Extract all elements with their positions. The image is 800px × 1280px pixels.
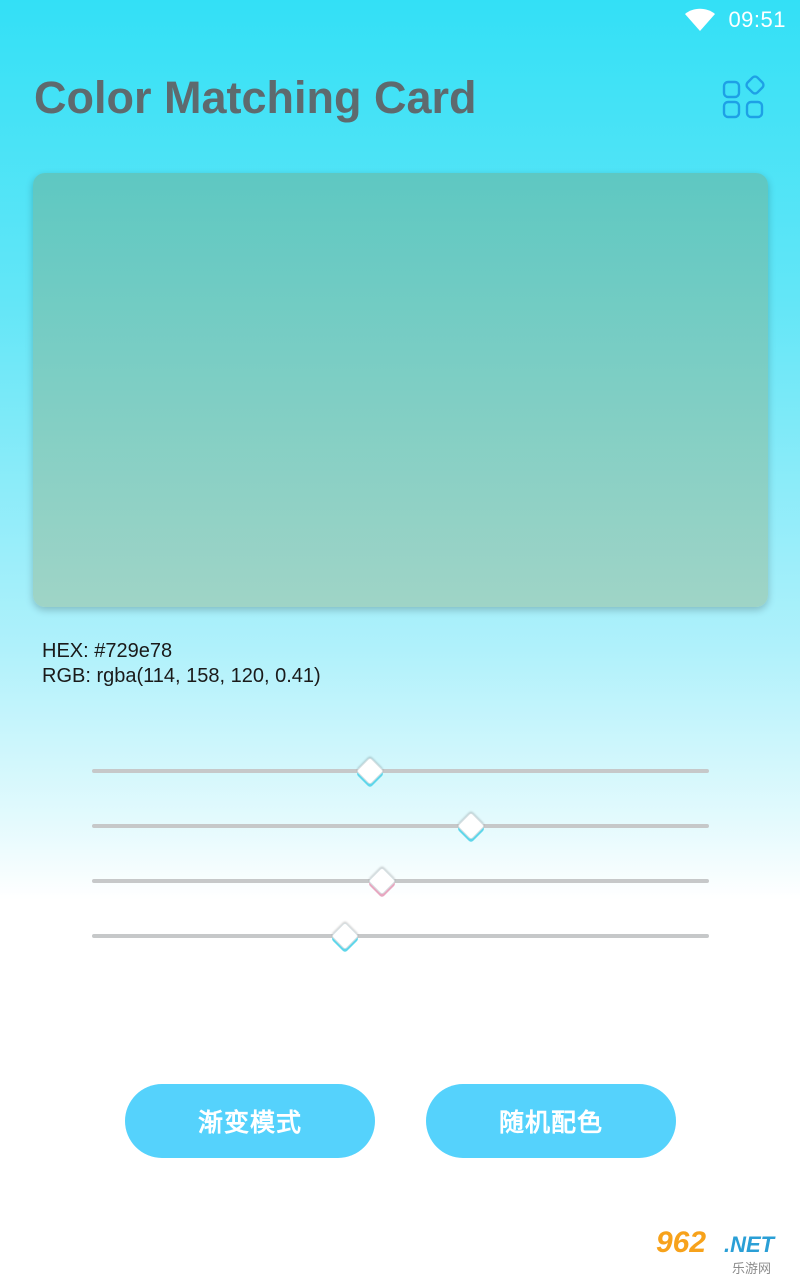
alpha-slider[interactable] bbox=[92, 921, 709, 951]
color-preview-card bbox=[33, 173, 768, 607]
slider-track bbox=[92, 934, 709, 938]
apps-grid-icon bbox=[722, 75, 765, 119]
hex-value: HEX: #729e78 bbox=[42, 640, 173, 662]
watermark-subtitle: 乐游网 bbox=[732, 1262, 772, 1277]
blue-slider[interactable] bbox=[92, 866, 709, 896]
status-time: 09:51 bbox=[728, 7, 786, 32]
slider-track bbox=[92, 769, 709, 773]
slider-thumb[interactable] bbox=[367, 866, 397, 896]
watermark-number: 962 bbox=[656, 1226, 707, 1259]
wifi-icon bbox=[685, 8, 715, 31]
slider-thumb[interactable] bbox=[355, 756, 384, 786]
color-info: HEX: #729e78 RGB: rgba(114, 158, 120, 0.… bbox=[42, 639, 321, 689]
slider-thumb[interactable] bbox=[457, 811, 486, 841]
green-slider[interactable] bbox=[92, 811, 709, 841]
watermark-logo: 962 .NET 乐游网 bbox=[652, 1226, 792, 1277]
slider-thumb[interactable] bbox=[330, 921, 360, 951]
app-title: Color Matching Card bbox=[34, 72, 477, 123]
apps-button[interactable] bbox=[720, 74, 770, 124]
slider-track bbox=[92, 824, 709, 828]
random-color-button[interactable]: 随机配色 bbox=[426, 1084, 676, 1158]
status-bar: 09:51 bbox=[0, 0, 800, 44]
watermark-suffix: .NET bbox=[724, 1232, 775, 1257]
rgb-value: RGB: rgba(114, 158, 120, 0.41) bbox=[42, 665, 321, 687]
gradient-mode-button[interactable]: 渐变模式 bbox=[125, 1084, 375, 1158]
red-slider[interactable] bbox=[92, 756, 709, 786]
slider-track bbox=[92, 879, 709, 883]
